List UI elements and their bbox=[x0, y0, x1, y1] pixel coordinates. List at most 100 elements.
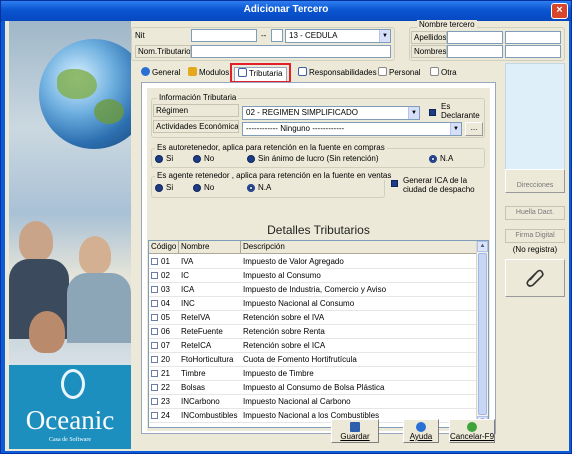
apellido2-input[interactable] bbox=[505, 31, 561, 44]
close-button[interactable]: × bbox=[551, 3, 568, 19]
cell-codigo: 06 bbox=[161, 327, 170, 336]
nom-tributario-input[interactable] bbox=[191, 45, 391, 58]
agente-si-radio[interactable] bbox=[155, 184, 163, 192]
floppy-disk-icon bbox=[350, 422, 360, 432]
table-row[interactable]: 04 INC Impuesto Nacional al Consumo bbox=[149, 297, 477, 311]
direcciones-button[interactable]: Direcciones bbox=[505, 169, 565, 193]
person-graphic bbox=[67, 273, 131, 343]
row-checkbox[interactable] bbox=[151, 370, 158, 377]
row-checkbox[interactable] bbox=[151, 412, 158, 419]
actividades-label: Actividades Económicas bbox=[153, 120, 239, 133]
dv-input[interactable] bbox=[271, 29, 283, 42]
row-checkbox[interactable] bbox=[151, 300, 158, 307]
cancelar-button[interactable]: Cancelar-F9 bbox=[449, 419, 495, 443]
cell-nombre: ReteFuente bbox=[181, 327, 223, 336]
table-row[interactable]: 21 Timbre Impuesto de Timbre bbox=[149, 367, 477, 381]
chevron-down-icon[interactable]: ▼ bbox=[379, 30, 390, 42]
modules-icon bbox=[188, 67, 197, 76]
cell-nombre: INC bbox=[181, 299, 195, 308]
column-header-descripcion[interactable]: Descripción bbox=[241, 241, 477, 254]
regimen-select[interactable]: 02 - REGIMEN SIMPLIFICADO ▼ bbox=[242, 106, 420, 120]
autoretenedor-no-radio[interactable] bbox=[193, 155, 201, 163]
tributaria-tab-page: Información Tributaria Régimen 02 - REGI… bbox=[141, 82, 496, 434]
chevron-down-icon[interactable]: ▼ bbox=[408, 107, 419, 119]
table-row[interactable]: 01 IVA Impuesto de Valor Agregado bbox=[149, 255, 477, 269]
nombre-tercero-title: Nombre tercero bbox=[417, 20, 477, 29]
nombres-label: Nombres bbox=[411, 45, 447, 58]
row-checkbox[interactable] bbox=[151, 258, 158, 265]
row-checkbox[interactable] bbox=[151, 286, 158, 293]
table-row[interactable]: 03 ICA Impuesto de Industria, Comercio y A… bbox=[149, 283, 477, 297]
cell-nombre: Timbre bbox=[181, 369, 206, 378]
row-checkbox[interactable] bbox=[151, 356, 158, 363]
autoretenedor-si-radio[interactable] bbox=[155, 155, 163, 163]
row-checkbox[interactable] bbox=[151, 328, 158, 335]
tributaria-panel: Información Tributaria Régimen 02 - REGI… bbox=[147, 88, 490, 431]
row-checkbox[interactable] bbox=[151, 398, 158, 405]
nombre2-input[interactable] bbox=[505, 45, 561, 58]
column-header-codigo[interactable]: Código bbox=[149, 241, 179, 254]
info-icon bbox=[141, 67, 150, 76]
tab-otra[interactable]: Otra bbox=[427, 67, 460, 81]
help-icon bbox=[416, 422, 426, 432]
autoretenedor-sin-animo-radio[interactable] bbox=[247, 155, 255, 163]
cell-descripcion: Impuesto de Valor Agregado bbox=[243, 257, 344, 266]
autoretenedor-sin-animo-label: Sin ánimo de lucro (Sin retención) bbox=[258, 154, 379, 163]
agente-no-label: No bbox=[204, 183, 215, 192]
attach-button[interactable] bbox=[505, 259, 565, 297]
dialog-client-area: Oceanic Casa de Software Nit -- 13 - CED… bbox=[5, 20, 569, 451]
generar-ica-checkbox[interactable] bbox=[391, 180, 398, 187]
nit-input[interactable] bbox=[191, 29, 257, 42]
table-row[interactable]: 23 INCarbono Impuesto Nacional al Carbono bbox=[149, 395, 477, 409]
row-checkbox[interactable] bbox=[151, 272, 158, 279]
no-registra-label: (No registra) bbox=[512, 245, 558, 254]
actividades-browse-button[interactable]: ... bbox=[465, 122, 483, 136]
table-row[interactable]: 05 ReteIVA Retención sobre el IVA bbox=[149, 311, 477, 325]
tab-general[interactable]: General bbox=[138, 67, 183, 81]
firma-digital-button[interactable]: Firma Digital bbox=[505, 229, 565, 243]
table-row[interactable]: 06 ReteFuente Retención sobre Renta bbox=[149, 325, 477, 339]
autoretenedor-na-radio[interactable] bbox=[429, 155, 437, 163]
guardar-button[interactable]: Guardar bbox=[331, 419, 379, 443]
tab-personal[interactable]: Personal bbox=[375, 67, 424, 81]
table-row[interactable]: 22 Bolsas Impuesto al Consumo de Bolsa Plá… bbox=[149, 381, 477, 395]
globe-graphic bbox=[39, 39, 131, 149]
grid-scrollbar[interactable]: ▲ ▼ bbox=[476, 241, 488, 427]
apellidos-label: Apellidos bbox=[411, 31, 447, 44]
chevron-down-icon[interactable]: ▼ bbox=[450, 123, 461, 135]
cell-descripcion: Impuesto al Consumo bbox=[243, 271, 321, 280]
list-icon bbox=[298, 67, 307, 76]
nombre1-input[interactable] bbox=[447, 45, 503, 58]
tab-modulos[interactable]: Modulos bbox=[185, 67, 232, 81]
cell-codigo: 02 bbox=[161, 271, 170, 280]
tab-responsabilidades[interactable]: Responsabilidades bbox=[295, 67, 380, 81]
cell-codigo: 23 bbox=[161, 397, 170, 406]
column-header-nombre[interactable]: Nombre bbox=[179, 241, 241, 254]
document-type-select[interactable]: 13 - CEDULA ▼ bbox=[285, 29, 391, 43]
cancelar-label: Cancelar-F9 bbox=[450, 432, 495, 441]
detalles-tributarios-grid[interactable]: Código Nombre Descripción 01 IVA Impuesto … bbox=[148, 240, 489, 428]
scroll-thumb[interactable] bbox=[478, 253, 487, 415]
nit-dash: -- bbox=[261, 31, 267, 40]
declarante-checkbox[interactable] bbox=[429, 109, 436, 116]
cell-nombre: INCombustibles bbox=[181, 411, 238, 420]
scroll-up-icon[interactable]: ▲ bbox=[477, 241, 488, 252]
table-row[interactable]: 20 FtoHorticultura Cuota de Fomento Hortif… bbox=[149, 353, 477, 367]
table-row[interactable]: 02 IC Impuesto al Consumo bbox=[149, 269, 477, 283]
table-row[interactable]: 07 ReteICA Retención sobre el ICA bbox=[149, 339, 477, 353]
title-bar[interactable]: Adicionar Tercero × bbox=[1, 1, 571, 21]
ayuda-button[interactable]: Ayuda bbox=[403, 419, 439, 443]
row-checkbox[interactable] bbox=[151, 342, 158, 349]
apellido1-input[interactable] bbox=[447, 31, 503, 44]
actividades-select[interactable]: ------------ Ninguno ------------ ▼ bbox=[242, 122, 462, 136]
autoretenedor-si-label: Si bbox=[166, 154, 174, 163]
cell-descripcion: Impuesto Nacional al Consumo bbox=[243, 299, 355, 308]
agente-na-radio[interactable] bbox=[247, 184, 255, 192]
row-checkbox[interactable] bbox=[151, 314, 158, 321]
cell-nombre: IC bbox=[181, 271, 189, 280]
huella-dactilar-button[interactable]: Huella Dact. bbox=[505, 206, 565, 220]
cell-codigo: 22 bbox=[161, 383, 170, 392]
tab-tributaria-highlight bbox=[230, 63, 291, 83]
agente-no-radio[interactable] bbox=[193, 184, 201, 192]
row-checkbox[interactable] bbox=[151, 384, 158, 391]
